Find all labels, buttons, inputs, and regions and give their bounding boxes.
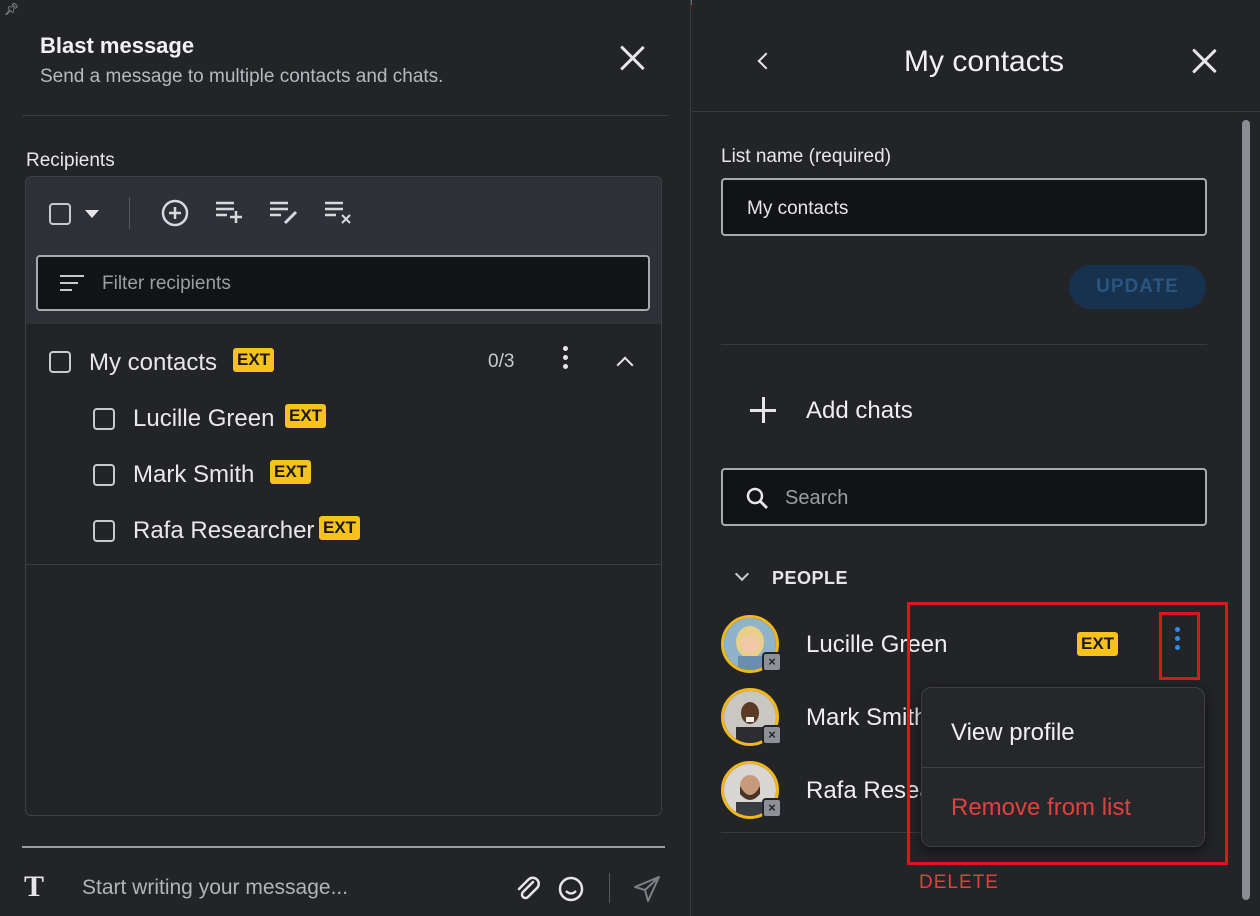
- external-user-icon: ×: [762, 725, 782, 745]
- ext-badge: EXT: [233, 348, 275, 372]
- header-divider: [22, 115, 669, 116]
- people-chevron-icon[interactable]: [734, 566, 750, 582]
- update-button[interactable]: UPDATE: [1069, 265, 1206, 309]
- add-circle-icon[interactable]: [160, 198, 190, 228]
- people-section-header[interactable]: PEOPLE: [772, 568, 848, 589]
- collapse-chevron-icon[interactable]: [616, 356, 634, 374]
- filter-placeholder: Filter recipients: [102, 273, 231, 294]
- list-name-value: My contacts: [747, 198, 849, 219]
- recipients-box: Filter recipients My contacts EXT 0/3 Lu…: [25, 176, 662, 816]
- annotation-highlight-box: [1159, 612, 1200, 680]
- text-format-icon[interactable]: T: [24, 870, 44, 904]
- member-checkbox[interactable]: [93, 408, 115, 430]
- filter-icon: [60, 273, 84, 293]
- ext-badge: EXT: [319, 516, 361, 540]
- group-count: 0/3: [488, 351, 515, 372]
- recipients-label: Recipients: [26, 150, 115, 171]
- panel-subtitle: Send a message to multiple contacts and …: [40, 66, 444, 87]
- ext-badge: EXT: [285, 404, 327, 428]
- member-checkbox[interactable]: [93, 464, 115, 486]
- close-icon[interactable]: [616, 42, 648, 74]
- external-user-icon: ×: [762, 652, 782, 672]
- back-chevron-icon[interactable]: [757, 52, 775, 70]
- member-name[interactable]: Lucille Green: [133, 405, 274, 433]
- panel-title: Blast message: [40, 33, 195, 58]
- plus-icon[interactable]: [750, 397, 776, 423]
- section-divider: [721, 344, 1207, 345]
- attach-icon[interactable]: [513, 874, 543, 904]
- message-input[interactable]: Start writing your message...: [82, 876, 348, 900]
- pin-icon[interactable]: 📌︎: [4, 2, 19, 16]
- send-icon[interactable]: [632, 874, 662, 904]
- header-divider: [692, 111, 1260, 112]
- list-name-label: List name (required): [721, 146, 892, 167]
- search-icon: [746, 487, 768, 509]
- select-caret-icon[interactable]: [85, 210, 99, 218]
- recipients-divider: [26, 564, 661, 565]
- compose-divider: [22, 846, 665, 848]
- close-icon[interactable]: [1188, 45, 1220, 77]
- scrollbar[interactable]: [1242, 120, 1250, 900]
- group-more-icon[interactable]: [563, 346, 569, 373]
- add-chats-button[interactable]: Add chats: [806, 397, 913, 425]
- panel-title: My contacts: [904, 45, 1065, 78]
- member-checkbox[interactable]: [93, 520, 115, 542]
- group-checkbox[interactable]: [49, 351, 71, 373]
- list-name-input[interactable]: My contacts: [721, 178, 1207, 236]
- external-user-icon: ×: [762, 798, 782, 818]
- member-name[interactable]: Mark Smith: [133, 461, 254, 489]
- ext-badge: EXT: [270, 460, 312, 484]
- emoji-icon[interactable]: [556, 874, 586, 904]
- delete-button[interactable]: DELETE: [919, 872, 999, 894]
- group-name[interactable]: My contacts: [89, 349, 217, 377]
- list-add-icon[interactable]: [214, 197, 246, 227]
- toolbar-separator: [129, 197, 130, 229]
- search-placeholder: Search: [785, 487, 849, 509]
- member-name[interactable]: Rafa Researcher: [133, 517, 314, 545]
- list-remove-icon[interactable]: [323, 197, 355, 227]
- recipients-toolbar: Filter recipients: [26, 177, 661, 324]
- search-input[interactable]: Search: [721, 468, 1207, 526]
- list-edit-icon[interactable]: [268, 197, 300, 227]
- select-all-checkbox[interactable]: [49, 203, 71, 225]
- filter-recipients-input[interactable]: Filter recipients: [36, 255, 650, 311]
- blast-message-panel: 📌︎ Blast message Send a message to multi…: [0, 0, 691, 916]
- compose-separator: [609, 873, 610, 903]
